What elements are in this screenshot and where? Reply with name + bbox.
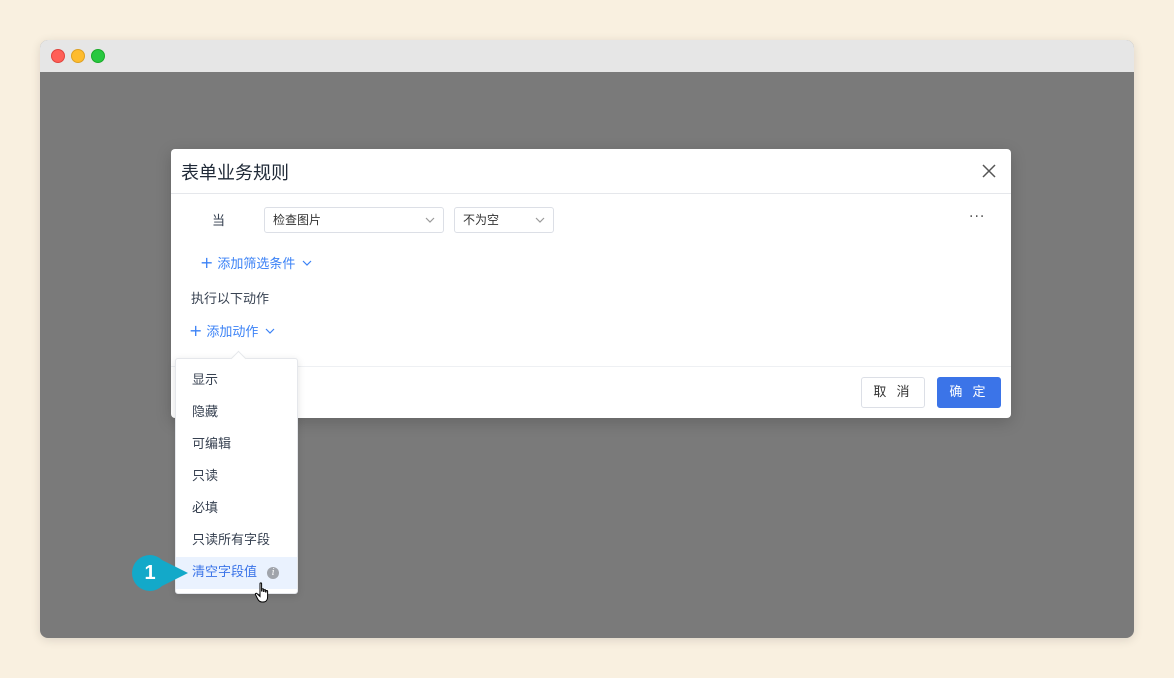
plus-icon: + xyxy=(189,321,203,340)
action-menu: 显示 隐藏 可编辑 只读 必填 只读所有字段 清空字段值 i xyxy=(175,350,298,594)
menu-item-show[interactable]: 显示 xyxy=(176,365,297,397)
when-label: 当 xyxy=(212,214,226,229)
menu-item-readonly[interactable]: 只读 xyxy=(176,461,297,493)
close-icon[interactable] xyxy=(981,163,997,179)
menu-item-label: 可编辑 xyxy=(192,437,232,452)
step-callout: 1 xyxy=(132,555,190,591)
add-filter-button[interactable]: + 添加筛选条件 xyxy=(200,253,312,272)
window-titlebar xyxy=(40,40,1134,72)
add-action-label: 添加动作 xyxy=(206,325,259,340)
chevron-down-icon xyxy=(302,260,312,266)
menu-item-label: 必填 xyxy=(192,501,219,516)
add-action-button[interactable]: + 添加动作 xyxy=(189,321,275,340)
dialog-header: 表单业务规则 xyxy=(171,149,1011,194)
menu-item-label: 只读 xyxy=(192,469,219,484)
menu-item-label: 隐藏 xyxy=(192,405,219,420)
condition-field-value: 检查图片 xyxy=(273,213,322,227)
menu-item-clear-value[interactable]: 清空字段值 i xyxy=(176,557,297,589)
maximize-window-icon[interactable] xyxy=(91,49,105,63)
menu-item-editable[interactable]: 可编辑 xyxy=(176,429,297,461)
minimize-window-icon[interactable] xyxy=(71,49,85,63)
menu-item-readonly-all[interactable]: 只读所有字段 xyxy=(176,525,297,557)
confirm-button[interactable]: 确 定 xyxy=(937,377,1001,408)
plus-icon: + xyxy=(200,253,214,272)
menu-item-label: 显示 xyxy=(192,373,219,388)
condition-operator-select[interactable]: 不为空 xyxy=(454,207,554,233)
menu-item-required[interactable]: 必填 xyxy=(176,493,297,525)
condition-operator-value: 不为空 xyxy=(463,213,500,227)
add-filter-label: 添加筛选条件 xyxy=(217,257,296,272)
info-icon[interactable]: i xyxy=(267,566,280,579)
dialog-title: 表单业务规则 xyxy=(181,163,289,184)
close-window-icon[interactable] xyxy=(51,49,65,63)
menu-item-hide[interactable]: 隐藏 xyxy=(176,397,297,429)
menu-item-label: 清空字段值 xyxy=(192,565,258,580)
actions-section-label: 执行以下动作 xyxy=(191,292,270,307)
cancel-button[interactable]: 取 消 xyxy=(861,377,925,408)
more-options-icon[interactable]: ··· xyxy=(969,209,985,225)
hand-pointer-icon xyxy=(254,582,269,603)
chevron-down-icon xyxy=(425,217,435,223)
callout-number: 1 xyxy=(144,562,156,584)
chevron-down-icon xyxy=(265,328,275,334)
menu-item-label: 只读所有字段 xyxy=(192,533,271,548)
chevron-down-icon xyxy=(535,217,545,223)
condition-field-select[interactable]: 检查图片 xyxy=(264,207,444,233)
